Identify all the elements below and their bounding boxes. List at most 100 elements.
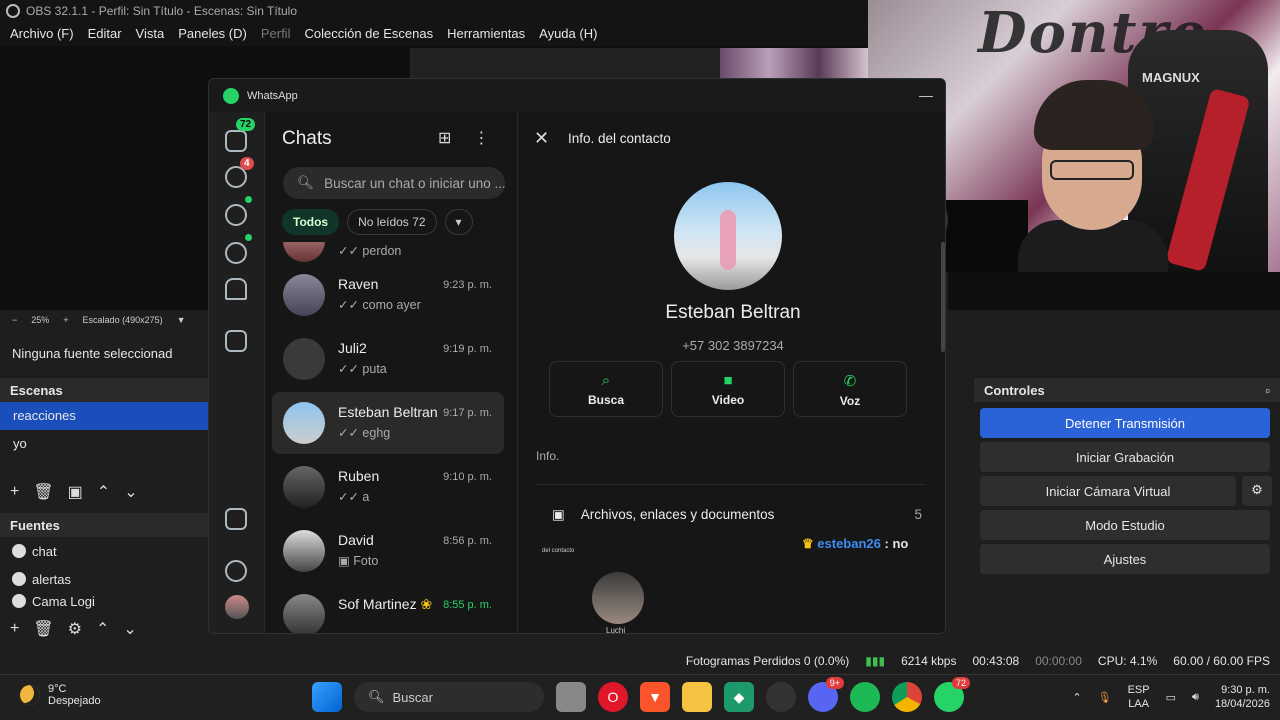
chat-name: Juli2 (338, 340, 367, 356)
minimize-icon[interactable]: — (919, 87, 933, 103)
scrollbar[interactable] (941, 242, 945, 352)
delete-scene-icon[interactable]: 🗑 (33, 482, 53, 502)
menu-archivo[interactable]: Archivo (F) (10, 26, 74, 42)
chats-nav-icon[interactable] (225, 130, 247, 152)
tray-expand-icon[interactable]: ⌃ (1072, 691, 1081, 704)
source-item-chat[interactable]: chat (0, 537, 210, 565)
source-up-icon[interactable]: ⌃ (96, 619, 109, 639)
chat-row[interactable]: Ruben 9:10 p. m. ✓✓ a (272, 456, 504, 518)
contact-info-panel: ✕ Info. del contacto Esteban Beltran +57… (517, 112, 945, 633)
language-indicator[interactable]: ESP LAA (1128, 683, 1150, 711)
settings-gear-icon[interactable] (225, 560, 247, 582)
media-nav-icon[interactable] (225, 508, 247, 530)
video-call-button[interactable]: ■ Video (671, 361, 785, 417)
app-icon[interactable]: ◆ (724, 682, 754, 712)
move-down-icon[interactable]: ⌄ (124, 482, 137, 502)
volume-icon[interactable]: 🔊︎ (1192, 691, 1199, 704)
voice-call-button[interactable]: ✆ Voz (793, 361, 907, 417)
virtual-camera-settings-icon[interactable]: ⚙ (1242, 476, 1272, 506)
chat-row[interactable]: David 8:56 p. m. ▣ Foto (272, 520, 504, 582)
discord-icon[interactable]: 9+ (808, 677, 844, 712)
whatsapp-taskbar-icon[interactable]: 72 (934, 677, 970, 712)
chat-row-selected[interactable]: Esteban Beltran 9:17 p. m. ✓✓ eghg (272, 392, 504, 454)
filter-all[interactable]: Todos (282, 209, 340, 235)
stream-time: 00:43:08 (972, 654, 1020, 668)
chat-avatar (283, 242, 325, 262)
clock[interactable]: 9:30 p. m. 18/04/2026 (1215, 683, 1270, 711)
status-nav-icon[interactable] (225, 204, 247, 226)
new-chat-icon[interactable]: ⊞ (438, 128, 451, 148)
obs-title-bar: OBS 32.1.1 - Perfil: Sin Título - Escena… (0, 0, 868, 22)
search-action-button[interactable]: ⌕ Busca (549, 361, 663, 417)
filter-unread[interactable]: No leídos 72 (347, 209, 437, 235)
scene-filter-icon[interactable]: ▣ (68, 482, 83, 502)
menu-herramientas[interactable]: Herramientas (447, 26, 525, 42)
network-icon[interactable]: ▭ (1166, 691, 1176, 704)
menu-vista[interactable]: Vista (136, 26, 165, 42)
contact-photo[interactable] (674, 182, 782, 290)
start-windows-icon[interactable] (312, 682, 342, 712)
spotify-icon[interactable] (850, 682, 880, 712)
menu-coleccion[interactable]: Colección de Escenas (304, 26, 433, 42)
scene-item-yo[interactable]: yo (0, 430, 210, 458)
communities-nav-icon[interactable] (225, 278, 247, 300)
zoom-in-button[interactable]: + (63, 315, 68, 325)
browser-source-icon (12, 544, 26, 558)
chat-preview: ✓✓ a (338, 490, 370, 504)
task-view-icon[interactable] (556, 682, 586, 712)
add-scene-icon[interactable]: + (10, 483, 19, 501)
stop-stream-button[interactable]: Detener Transmisión (980, 408, 1270, 438)
channels-nav-icon[interactable] (225, 242, 247, 264)
source-item-camera[interactable]: Cama Logi (0, 593, 210, 609)
menu-perfil[interactable]: Perfil (261, 26, 291, 42)
whatsapp-title-bar: WhatsApp — (209, 79, 945, 112)
channels-dot (245, 234, 252, 241)
scaling-dropdown-icon[interactable]: ▼ (177, 315, 186, 325)
weather-widget[interactable]: 9°C Despejado (20, 683, 101, 707)
add-source-icon[interactable]: + (10, 620, 19, 638)
source-properties-icon[interactable]: ⚙ (68, 619, 82, 639)
chrome-icon[interactable] (892, 682, 922, 712)
zoom-out-button[interactable]: − (12, 315, 17, 325)
chat-preview: ✓✓ perdon (338, 244, 402, 258)
scaling-label: Escalado (490x275) (82, 315, 163, 325)
close-icon[interactable]: ✕ (534, 128, 549, 149)
menu-ayuda[interactable]: Ayuda (H) (539, 26, 597, 42)
virtual-camera-button[interactable]: Iniciar Cámara Virtual (980, 476, 1236, 506)
microphone-icon[interactable]: 🎙︎ (1098, 691, 1112, 704)
chats-unread-badge: 72 (236, 118, 256, 131)
file-explorer-icon[interactable] (682, 682, 712, 712)
chat-avatar (283, 466, 325, 508)
chat-row[interactable]: Raven 9:23 p. m. ✓✓ como ayer (272, 264, 504, 326)
chat-search-input[interactable]: 🔍︎ Buscar un chat o iniciar uno ... (283, 167, 505, 199)
profile-avatar[interactable] (225, 595, 249, 619)
studio-mode-button[interactable]: Modo Estudio (980, 510, 1270, 540)
menu-kebab-icon[interactable]: ⋮ (473, 128, 489, 148)
taskbar-search[interactable]: 🔍︎ Buscar (354, 682, 544, 712)
brave-icon[interactable]: ▼ (640, 682, 670, 712)
menu-paneles[interactable]: Paneles (D) (178, 26, 247, 42)
stream-chat-overlay: ♛ esteban26 : no (802, 536, 909, 551)
chat-time: 8:55 p. m. (443, 599, 492, 611)
menu-editar[interactable]: Editar (88, 26, 122, 42)
move-up-icon[interactable]: ⌃ (97, 482, 110, 502)
files-count: 5 (914, 507, 922, 522)
start-recording-button[interactable]: Iniciar Grabación (980, 442, 1270, 472)
dock-float-icon[interactable]: ▫ (1265, 383, 1270, 398)
obs-icon[interactable] (766, 682, 796, 712)
archived-nav-icon[interactable] (225, 330, 247, 352)
filter-more-chevron-icon[interactable]: ▾ (444, 209, 473, 235)
obs-menu-bar: Archivo (F) Editar Vista Paneles (D) Per… (0, 22, 868, 46)
opera-icon[interactable]: O (598, 682, 628, 712)
chat-name: Raven (338, 276, 379, 292)
delete-source-icon[interactable]: 🗑 (33, 619, 53, 639)
gallery-avatar[interactable] (592, 572, 644, 624)
scene-item-reacciones[interactable]: reacciones (0, 402, 210, 430)
files-links-docs-row[interactable]: ▣ Archivos, enlaces y documentos 5 (552, 507, 922, 523)
settings-button[interactable]: Ajustes (980, 544, 1270, 574)
chat-row[interactable]: Sof Martinez ❀ 8:55 p. m. (272, 584, 504, 633)
source-item-alertas[interactable]: alertas (0, 565, 210, 593)
source-down-icon[interactable]: ⌄ (123, 619, 136, 639)
chat-row[interactable]: Juli2 9:19 p. m. ✓✓ puta (272, 328, 504, 390)
media-icon: ▣ (552, 507, 565, 522)
